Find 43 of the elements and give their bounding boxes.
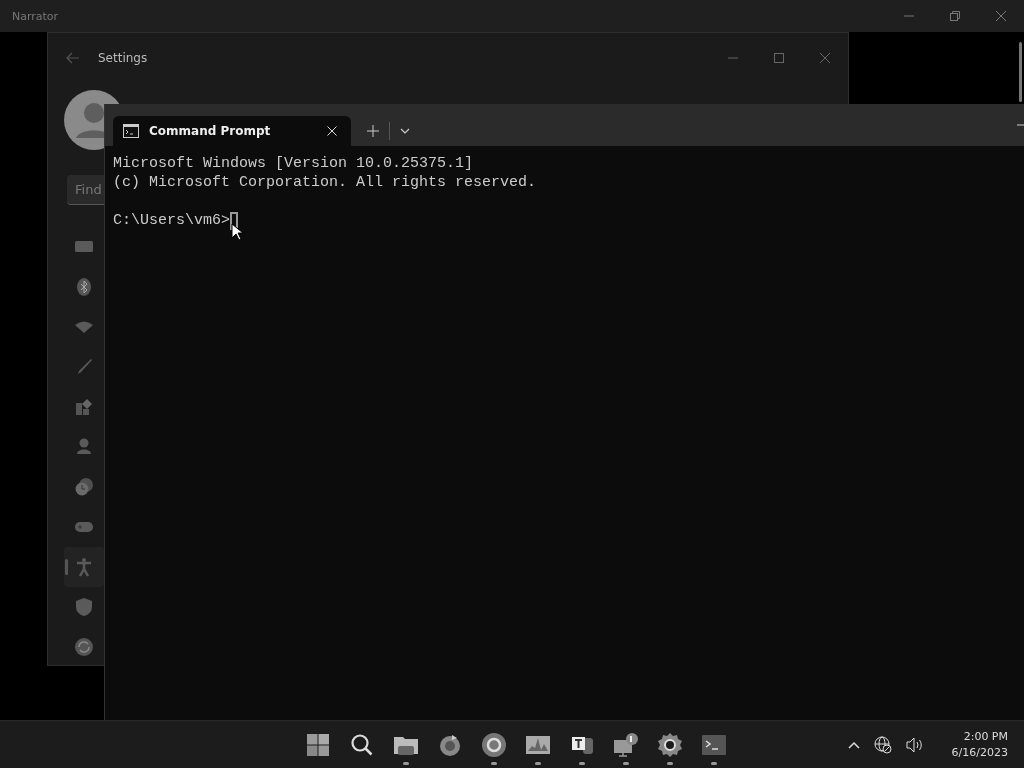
settings-icon — [657, 732, 683, 758]
search-icon — [349, 732, 375, 758]
search-field[interactable]: Find — [67, 175, 104, 205]
chevron-up-icon[interactable] — [847, 741, 860, 749]
person-icon — [74, 437, 94, 457]
apps-icon — [74, 397, 94, 417]
back-arrow-icon[interactable] — [66, 52, 80, 64]
terminal-icon — [701, 732, 727, 758]
bluetooth-icon — [74, 277, 94, 297]
globe-icon[interactable] — [873, 736, 892, 754]
console-icon — [123, 124, 139, 138]
sync-icon — [74, 637, 94, 657]
clock-icon — [74, 477, 94, 497]
chrome-icon — [481, 732, 507, 758]
running-indicator — [579, 762, 585, 765]
window-title: Narrator — [12, 9, 60, 23]
browser-icon — [437, 732, 463, 758]
monitor-icon — [613, 732, 639, 758]
command-prompt: C:\Users\vm6> — [113, 211, 231, 230]
console-line: (c) Microsoft Corporation. All rights reserved. — [113, 173, 538, 192]
running-indicator — [403, 762, 409, 765]
dropdown-icon[interactable] — [400, 128, 410, 134]
clock-date[interactable]: 6/16/2023 — [951, 745, 1008, 761]
new-tab-icon[interactable] — [367, 125, 379, 137]
running-indicator — [491, 762, 497, 765]
shield-icon — [74, 597, 94, 617]
window-title: Settings — [98, 51, 149, 65]
console-line: Microsoft Windows [Version 10.0.25375.1] — [113, 154, 475, 173]
running-indicator — [535, 762, 541, 765]
maximize-icon[interactable] — [773, 52, 785, 64]
running-indicator — [623, 762, 629, 765]
mouse-pointer-icon — [231, 223, 243, 241]
restore-icon[interactable] — [949, 10, 961, 22]
accessibility-icon — [74, 557, 94, 577]
running-indicator — [667, 762, 673, 765]
nav-item[interactable] — [64, 547, 104, 587]
tab-title: Command Prompt — [149, 124, 272, 138]
scrollbar[interactable] — [1019, 42, 1022, 102]
running-indicator — [711, 762, 717, 765]
volume-icon[interactable] — [905, 737, 924, 753]
start-icon — [305, 732, 331, 758]
tab[interactable]: Command Prompt — [113, 116, 351, 146]
clock-time[interactable]: 2:00 PM — [963, 729, 1008, 745]
